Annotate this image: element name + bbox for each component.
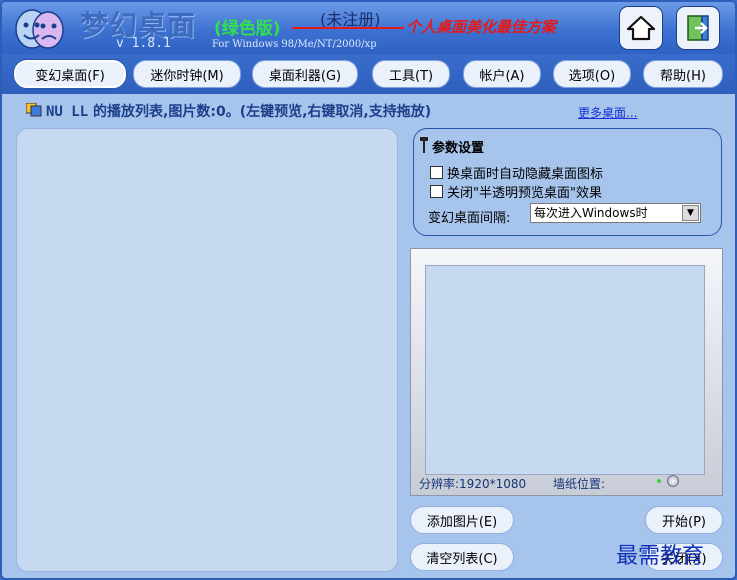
desktop-preview-monitor: 分辨率:1920*1080 墙纸位置: xyxy=(410,248,723,496)
interval-select[interactable]: 每次进入Windows时 ▼ xyxy=(530,203,701,223)
os-support-label: For Windows 98/Me/NT/2000/xp xyxy=(212,39,377,50)
interval-label: 变幻桌面间隔: xyxy=(428,211,511,226)
start-button[interactable]: 开始(P) xyxy=(645,506,723,534)
menu-help[interactable]: 帮助(H) xyxy=(643,60,723,88)
version-label: v 1.8.1 xyxy=(116,36,171,51)
disable-translucent-preview-label: 关闭"半透明预览桌面"效果 xyxy=(447,186,602,201)
hide-icons-checkbox[interactable] xyxy=(430,166,443,179)
wallpaper-position-label: 墙纸位置: xyxy=(553,477,606,491)
home-button[interactable] xyxy=(619,6,663,50)
disable-translucent-preview-checkbox[interactable] xyxy=(430,185,443,198)
resolution-label: 分辨率:1920*1080 xyxy=(419,477,527,491)
playlist-panel[interactable] xyxy=(16,128,398,572)
menu-account[interactable]: 帐户(A) xyxy=(463,60,541,88)
monitor-knob-icon xyxy=(667,475,679,487)
slogan-underline xyxy=(292,27,404,29)
playlist-name: NU LL xyxy=(46,104,89,120)
watermark-text: 最需教育 xyxy=(616,544,705,569)
power-led-icon xyxy=(657,479,661,483)
playlist-info-bar: NU LL 的播放列表,图片数:0。(左键预览,右键取消,支持拖放) 更多桌面.… xyxy=(2,94,735,124)
exit-button[interactable] xyxy=(676,6,720,50)
playlist-cards-icon xyxy=(26,103,42,117)
desktop-preview-screen xyxy=(425,265,705,475)
menu-tools[interactable]: 工具(T) xyxy=(372,60,450,88)
menu-transform-desktop[interactable]: 变幻桌面(F) xyxy=(14,60,126,88)
pin-icon xyxy=(420,137,428,153)
parameter-settings-group: 参数设置 换桌面时自动隐藏桌面图标 关闭"半透明预览桌面"效果 变幻桌面间隔: … xyxy=(413,128,722,236)
disable-translucent-preview-option[interactable]: 关闭"半透明预览桌面"效果 xyxy=(430,182,602,201)
hide-icons-option[interactable]: 换桌面时自动隐藏桌面图标 xyxy=(430,163,603,182)
playlist-status-text: 的播放列表,图片数:0。(左键预览,右键取消,支持拖放) xyxy=(93,104,432,120)
interval-select-value: 每次进入Windows时 xyxy=(534,206,648,220)
parameter-settings-title: 参数设置 xyxy=(432,141,485,156)
menu-desktop-tools[interactable]: 桌面利器(G) xyxy=(252,60,358,88)
more-desktops-link[interactable]: 更多桌面... xyxy=(578,104,637,121)
exit-door-icon xyxy=(687,15,709,41)
slogan-text: 个人桌面美化最佳方案 xyxy=(406,18,557,36)
add-image-button[interactable]: 添加图片(E) xyxy=(410,506,514,534)
menu-mini-clock[interactable]: 迷你时钟(M) xyxy=(133,60,241,88)
chevron-down-icon[interactable]: ▼ xyxy=(682,205,699,221)
playlist-status: NU LL 的播放列表,图片数:0。(左键预览,右键取消,支持拖放) xyxy=(46,101,431,121)
title-banner: 梦幻桌面 (绿色版) (未注册) 个人桌面美化最佳方案 v 1.8.1 For … xyxy=(2,2,735,54)
clear-list-button[interactable]: 清空列表(C) xyxy=(410,543,514,571)
edition-label: (绿色版) xyxy=(214,19,281,39)
main-window: 梦幻桌面 (绿色版) (未注册) 个人桌面美化最佳方案 v 1.8.1 For … xyxy=(0,0,737,580)
menu-options[interactable]: 选项(O) xyxy=(553,60,631,88)
theater-masks-logo-icon xyxy=(12,7,68,51)
menu-bar: 变幻桌面(F) 迷你时钟(M) 桌面利器(G) 工具(T) 帐户(A) 选项(O… xyxy=(2,54,735,94)
hide-icons-label: 换桌面时自动隐藏桌面图标 xyxy=(447,167,604,182)
home-icon xyxy=(626,15,656,41)
